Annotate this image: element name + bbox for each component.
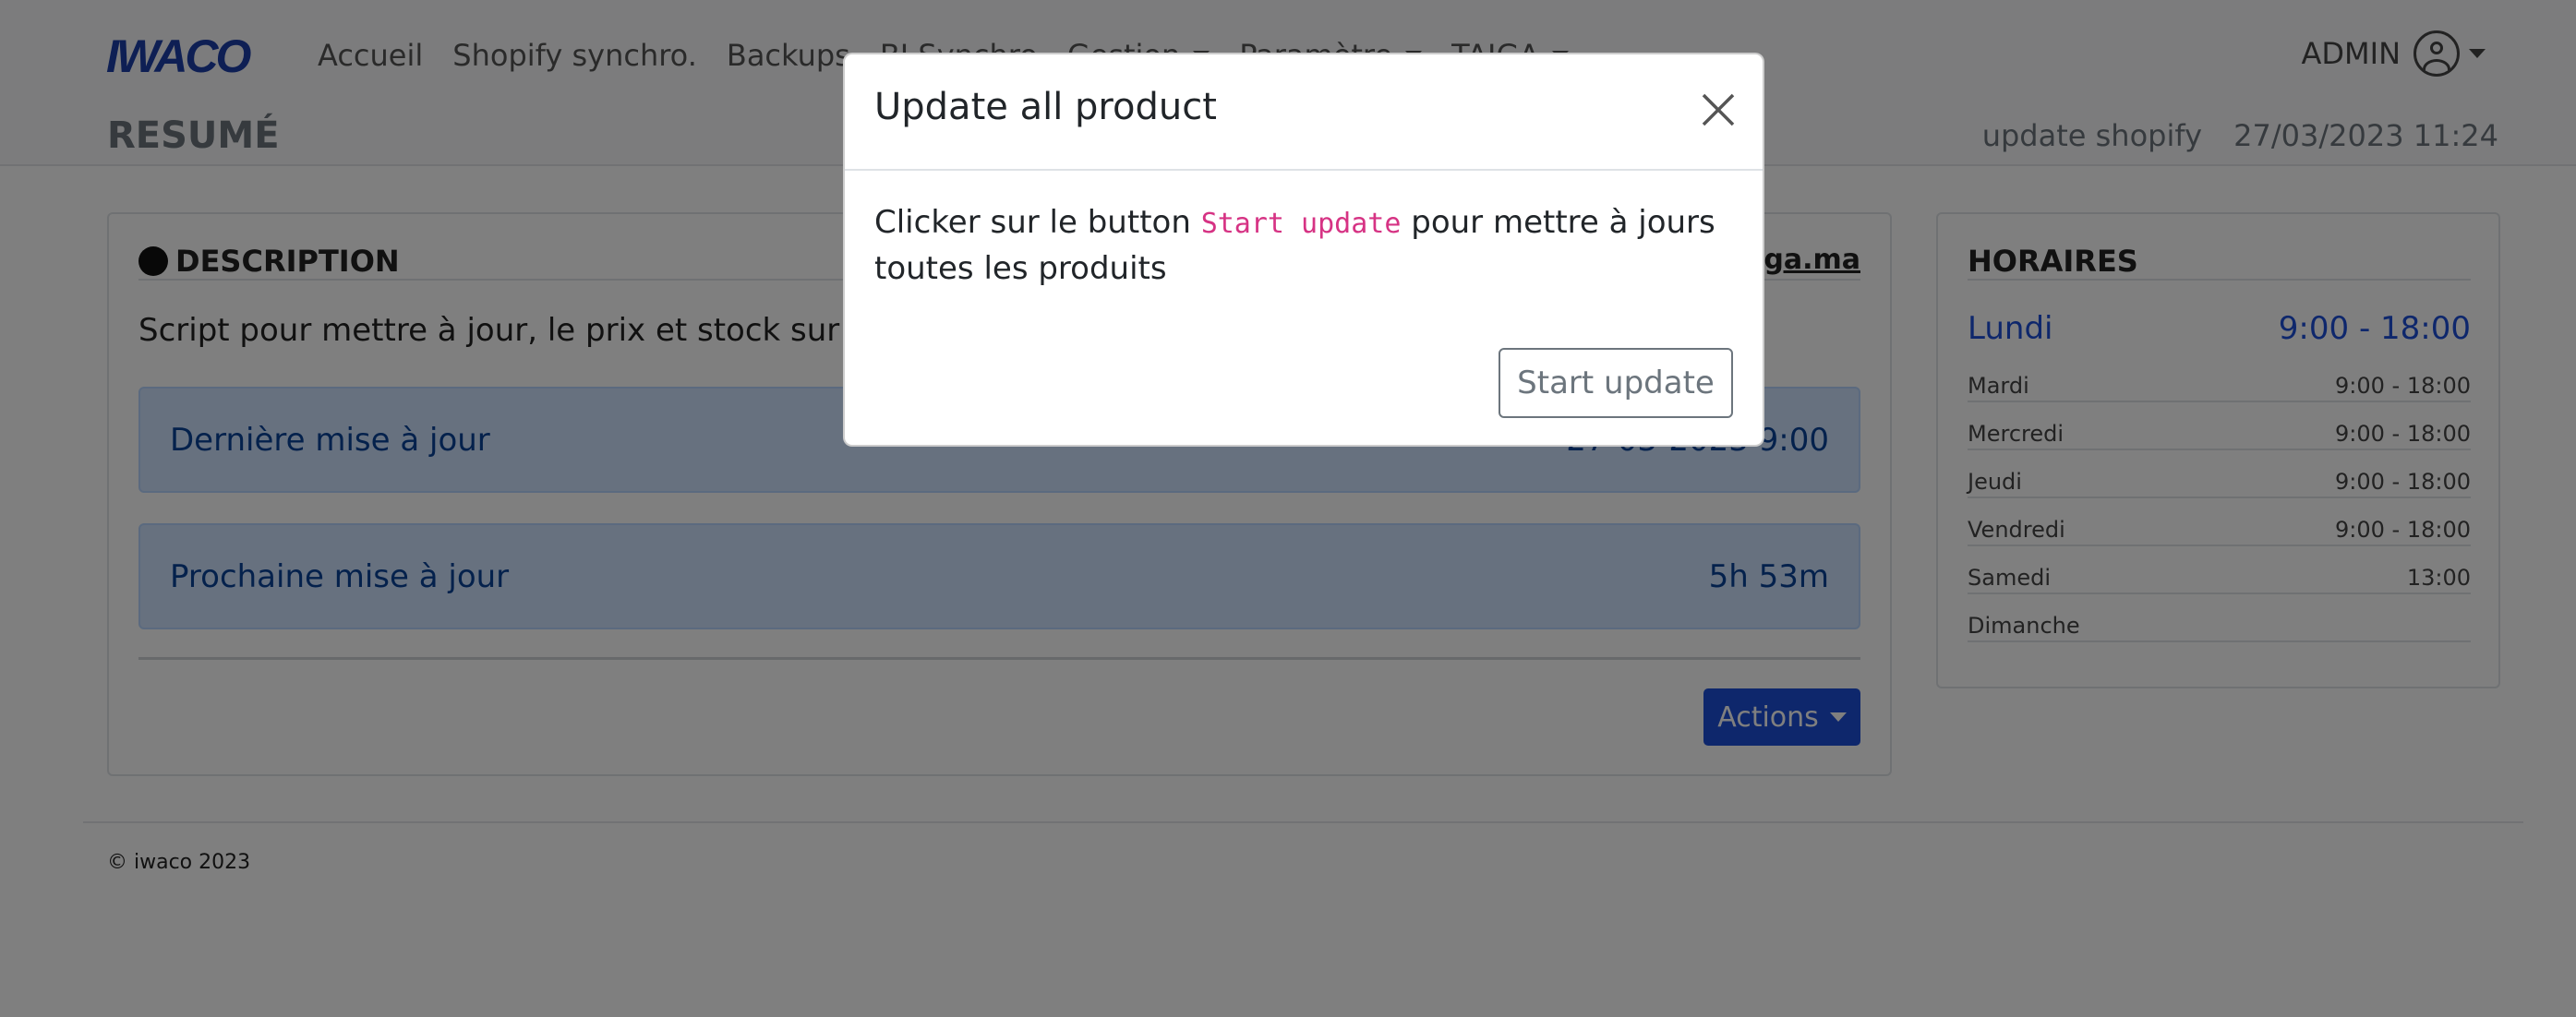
- start-update-button[interactable]: Start update: [1499, 348, 1733, 418]
- modal-title: Update all product: [874, 86, 1217, 128]
- modal-body-text: Clicker sur le button: [874, 204, 1201, 241]
- modal-header: Update all product: [845, 54, 1763, 171]
- close-icon[interactable]: [1700, 91, 1737, 128]
- update-modal: Update all product Clicker sur le button…: [843, 53, 1764, 447]
- modal-body: Clicker sur le button Start update pour …: [874, 200, 1737, 291]
- modal-body-code: Start update: [1200, 208, 1402, 240]
- start-update-label: Start update: [1517, 365, 1715, 401]
- page: IWACO Accueil Shopify synchro. Backups B…: [0, 0, 2576, 1017]
